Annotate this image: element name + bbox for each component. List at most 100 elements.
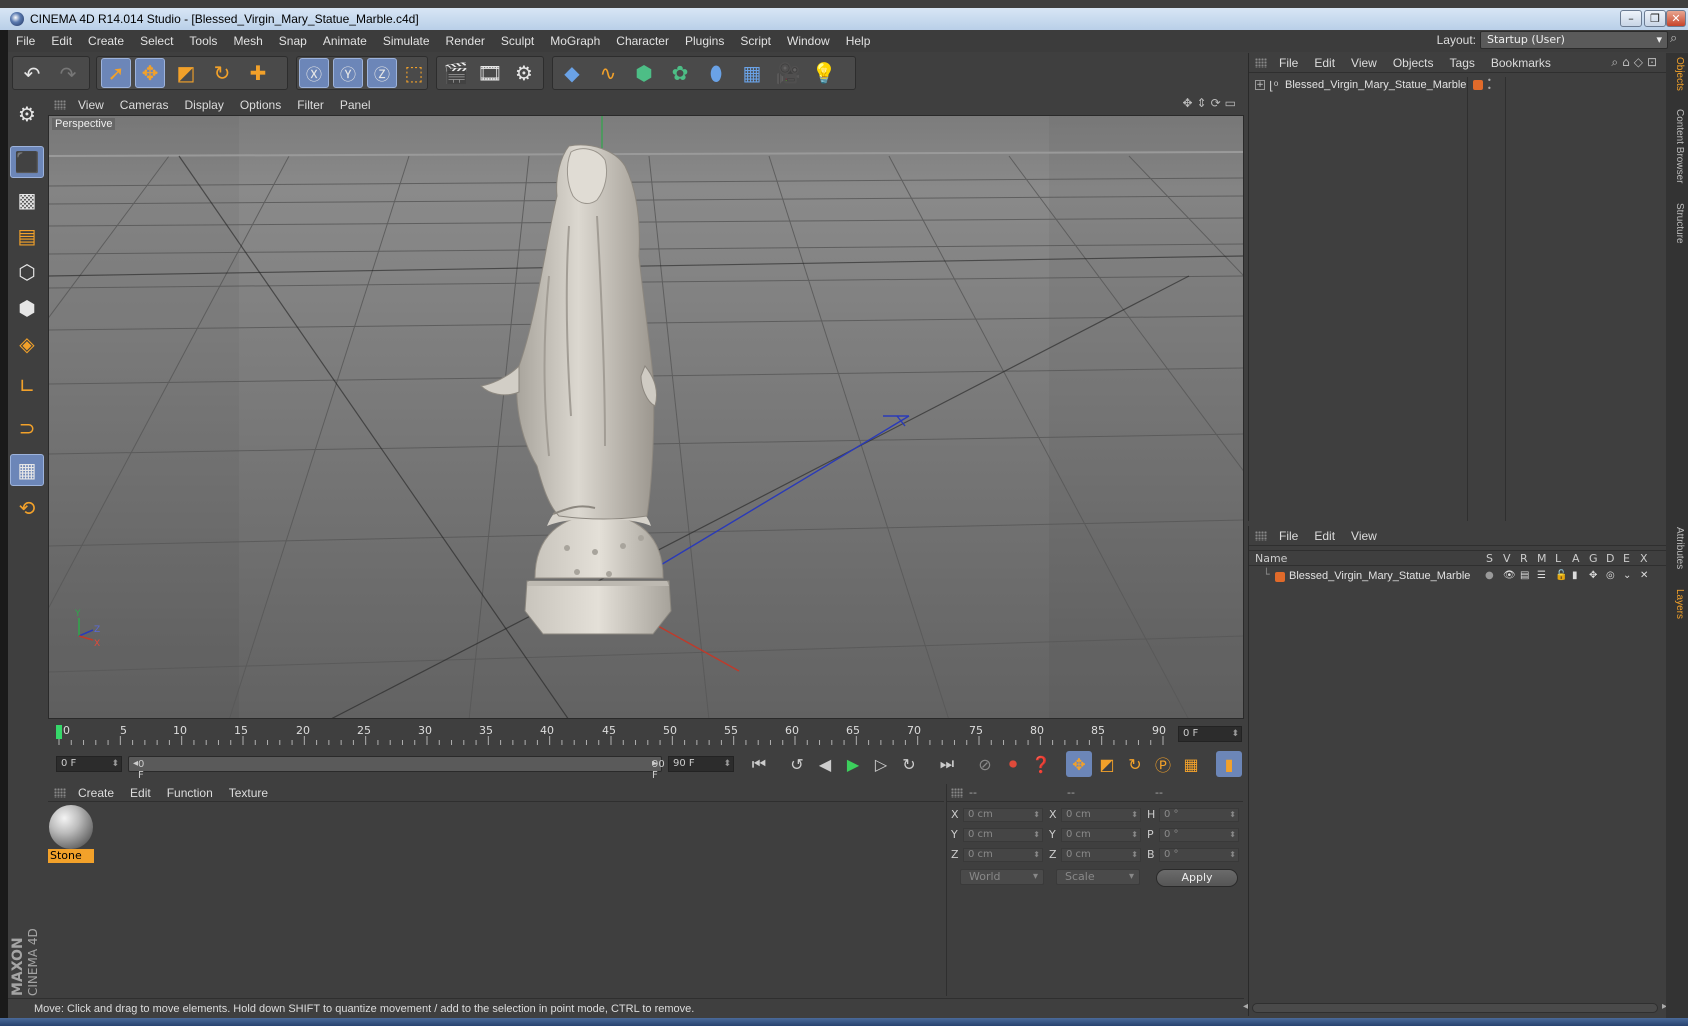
keyframe-selection-icon[interactable]: ❓ <box>1028 751 1054 777</box>
mat-menu-create[interactable]: Create <box>70 786 122 800</box>
render-picture-viewer-icon[interactable]: 🎞 <box>475 58 505 88</box>
expression-toggle-icon[interactable]: ⌄ <box>1623 570 1631 581</box>
col-animation[interactable]: A <box>1572 552 1580 565</box>
restore-button[interactable]: ❐ <box>1644 10 1666 27</box>
workplane-icon[interactable]: ▤ <box>10 220 44 252</box>
close-button[interactable]: ✕ <box>1666 10 1686 27</box>
model-mode-icon[interactable]: ⬛ <box>10 146 44 178</box>
make-editable-icon[interactable]: ⚙ <box>10 98 44 130</box>
magnet-icon[interactable]: ⊃ <box>10 412 44 444</box>
light-icon[interactable]: 💡 <box>809 58 839 88</box>
record-scale-icon[interactable]: ◩ <box>1094 751 1120 777</box>
previous-frame-icon[interactable]: ◀ <box>812 751 838 777</box>
menu-edit[interactable]: Edit <box>43 34 80 48</box>
col-render[interactable]: R <box>1520 552 1528 565</box>
current-frame-field[interactable]: 0 F <box>1178 726 1242 742</box>
record-position-icon[interactable]: ✥ <box>1066 751 1092 777</box>
om-menu-view[interactable]: View <box>1343 56 1385 70</box>
col-solo[interactable]: S <box>1486 552 1493 565</box>
vp-menu-view[interactable]: View <box>70 98 112 112</box>
menu-animate[interactable]: Animate <box>315 34 375 48</box>
go-to-start-icon[interactable]: ⏮ <box>746 751 772 777</box>
scale-icon[interactable]: ◩ <box>171 58 201 88</box>
nurbs-icon[interactable]: ⬢ <box>629 58 659 88</box>
record-parameter-icon[interactable]: Ⓟ <box>1150 751 1176 777</box>
om-menu-tags[interactable]: Tags <box>1442 56 1483 70</box>
mat-menu-edit[interactable]: Edit <box>122 786 159 800</box>
layout-select[interactable]: Startup (User) <box>1480 31 1668 49</box>
layer-color-swatch[interactable] <box>1275 572 1285 582</box>
animation-toggle-icon[interactable]: ▮ <box>1572 570 1578 581</box>
record-rotation-icon[interactable]: ↻ <box>1122 751 1148 777</box>
lock-toggle-icon[interactable]: 🔓 <box>1555 570 1567 581</box>
rotation-h-field[interactable]: 0 ° <box>1159 808 1239 822</box>
polygons-mode-icon[interactable]: ◈ <box>10 328 44 360</box>
rotation-b-field[interactable]: 0 ° <box>1159 848 1239 862</box>
menu-simulate[interactable]: Simulate <box>375 34 438 48</box>
edges-mode-icon[interactable]: ⬢ <box>10 292 44 324</box>
add-object-icon[interactable]: ✚ <box>243 58 273 88</box>
vp-menu-options[interactable]: Options <box>232 98 289 112</box>
menu-sculpt[interactable]: Sculpt <box>493 34 542 48</box>
menu-tools[interactable]: Tools <box>181 34 225 48</box>
col-xref[interactable]: X <box>1640 552 1648 565</box>
tab-content-browser[interactable]: Content Browser <box>1669 109 1685 183</box>
layer-row[interactable]: └ Blessed_Virgin_Mary_Statue_Marble ● 👁 … <box>1249 568 1667 586</box>
menu-mograph[interactable]: MoGraph <box>542 34 608 48</box>
z-axis-icon[interactable]: Ⓩ <box>367 58 397 88</box>
panel-grip-icon[interactable] <box>54 100 66 110</box>
x-axis-icon[interactable]: Ⓧ <box>299 58 329 88</box>
deformer-icon[interactable]: ⬮ <box>701 58 731 88</box>
search-icon[interactable]: ⌕ <box>1670 31 1686 47</box>
layer-horizontal-scrollbar[interactable] <box>1243 1001 1667 1013</box>
position-z-field[interactable]: 0 cm <box>963 848 1043 862</box>
playhead-marker[interactable] <box>56 725 62 739</box>
render-view-icon[interactable]: 🎬 <box>441 58 471 88</box>
coordinate-space-select[interactable]: World <box>960 869 1044 885</box>
autokey-icon[interactable]: ⏺ <box>1000 751 1026 777</box>
vp-menu-cameras[interactable]: Cameras <box>112 98 177 112</box>
panel-grip-icon[interactable] <box>951 788 963 798</box>
snap-rotate-icon[interactable]: ⟲ <box>10 492 44 524</box>
tab-layers[interactable]: Layers <box>1669 589 1685 619</box>
material-stone[interactable]: Stone <box>48 805 94 863</box>
render-toggle-icon[interactable]: ▤ <box>1520 570 1529 581</box>
record-pla-icon[interactable]: ▦ <box>1178 751 1204 777</box>
undo-icon[interactable]: ↶ <box>17 59 47 89</box>
menu-script[interactable]: Script <box>732 34 779 48</box>
end-frame-field[interactable]: 90 F <box>668 756 734 772</box>
col-name[interactable]: Name <box>1255 552 1287 565</box>
cube-icon[interactable]: ◆ <box>557 58 587 88</box>
col-manager[interactable]: M <box>1537 552 1547 565</box>
tab-objects[interactable]: Objects <box>1669 57 1685 91</box>
menu-help[interactable]: Help <box>838 34 879 48</box>
manager-toggle-icon[interactable]: ☰ <box>1537 570 1546 581</box>
go-to-end-icon[interactable]: ⏭ <box>934 751 960 777</box>
rotate-icon[interactable]: ↻ <box>207 58 237 88</box>
om-menu-edit[interactable]: Edit <box>1306 56 1343 70</box>
floor-icon[interactable]: ▦ <box>737 58 767 88</box>
live-selection-icon[interactable]: ➚ <box>101 58 131 88</box>
lm-menu-file[interactable]: File <box>1271 529 1306 543</box>
col-expressions[interactable]: E <box>1623 552 1630 565</box>
mat-menu-function[interactable]: Function <box>159 786 221 800</box>
visibility-dots-icon[interactable]: • • <box>1487 77 1492 93</box>
timeline-window-icon[interactable]: ▮ <box>1216 751 1242 777</box>
preview-range-slider[interactable]: ◂ 0 F 90 F ▸ <box>128 756 665 781</box>
perspective-viewport[interactable]: Y Z X Perspective <box>48 115 1244 719</box>
start-frame-field[interactable]: 0 F <box>56 756 122 772</box>
render-settings-icon[interactable]: ⚙ <box>509 58 539 88</box>
axis-mode-icon[interactable]: ∟ <box>10 370 44 402</box>
menu-file[interactable]: File <box>8 34 43 48</box>
layer-color-tag[interactable] <box>1473 80 1483 90</box>
view-toggle-icon[interactable]: 👁 <box>1503 570 1516 581</box>
position-y-field[interactable]: 0 cm <box>963 828 1043 842</box>
menu-plugins[interactable]: Plugins <box>677 34 732 48</box>
move-icon[interactable]: ✥ <box>135 58 165 88</box>
previous-key-icon[interactable]: ↺ <box>784 751 810 777</box>
workplane-lock-icon[interactable]: ▦ <box>10 454 44 486</box>
menu-create[interactable]: Create <box>80 34 132 48</box>
vp-menu-panel[interactable]: Panel <box>332 98 379 112</box>
size-x-field[interactable]: 0 cm <box>1061 808 1141 822</box>
next-frame-icon[interactable]: ▷ <box>868 751 894 777</box>
